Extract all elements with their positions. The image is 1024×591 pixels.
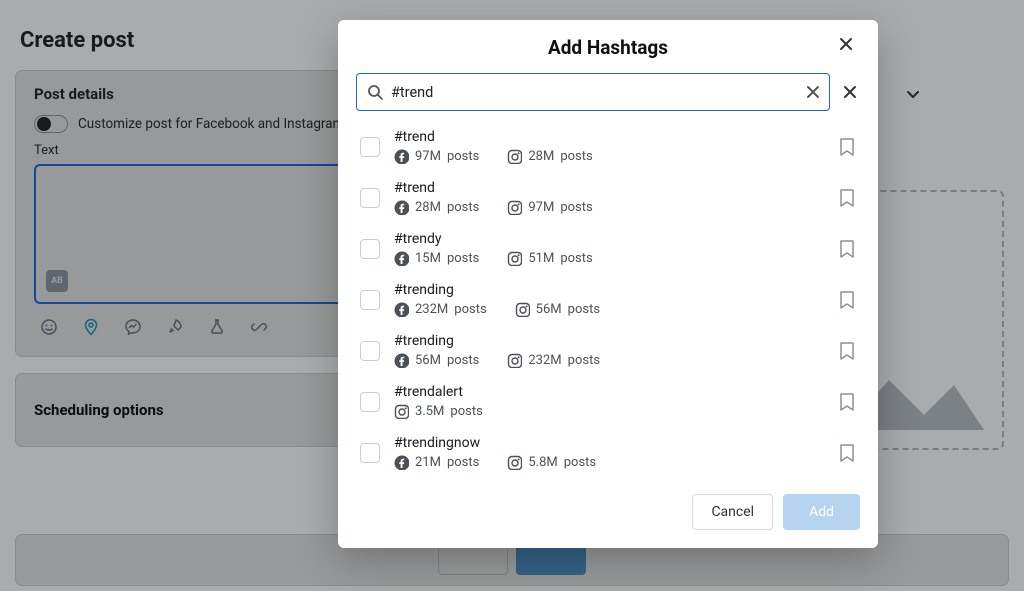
hashtag-stat-suffix: posts (564, 455, 596, 470)
hashtag-checkbox[interactable] (360, 341, 380, 361)
hashtag-name: #trend (394, 180, 824, 196)
hashtag-search-box[interactable] (356, 73, 830, 111)
facebook-icon (394, 251, 409, 266)
instagram-icon (515, 302, 530, 317)
hashtag-stat-count: 97M (528, 200, 554, 215)
hashtag-stat-suffix: posts (560, 251, 592, 266)
instagram-icon (507, 149, 522, 164)
search-icon (367, 84, 383, 100)
cancel-button[interactable]: Cancel (692, 494, 773, 530)
hashtag-stat-count: 232M (528, 353, 561, 368)
hashtag-checkbox[interactable] (360, 137, 380, 157)
hashtag-stat-count: 51M (528, 251, 554, 266)
hashtag-stat: 97M posts (394, 149, 479, 164)
hashtag-name: #trendalert (394, 384, 824, 400)
hashtag-stat-suffix: posts (560, 149, 592, 164)
bookmark-icon[interactable] (838, 188, 856, 208)
hashtag-stat-suffix: posts (454, 302, 486, 317)
hashtag-checkbox[interactable] (360, 290, 380, 310)
hashtag-stat: 21M posts (394, 455, 479, 470)
hashtag-stat-suffix: posts (568, 353, 600, 368)
hashtag-result-row[interactable]: #trend28M posts97M posts (356, 172, 860, 223)
hashtag-result-row[interactable]: #trend97M posts28M posts (356, 121, 860, 172)
hashtag-result-row[interactable]: #trendy15M posts51M posts (356, 223, 860, 274)
hashtag-name: #trendingnow (394, 435, 824, 451)
instagram-icon (507, 200, 522, 215)
hashtag-stat: 3.5M posts (394, 404, 483, 419)
hashtag-name: #trending (394, 333, 824, 349)
hashtag-stat-count: 28M (528, 149, 554, 164)
hashtag-stat-suffix: posts (447, 455, 479, 470)
hashtag-result-row[interactable]: #trendalert 3.5M posts (356, 376, 860, 427)
instagram-icon (507, 251, 522, 266)
hashtag-stat-suffix: posts (450, 404, 482, 419)
hashtag-stat-suffix: posts (447, 200, 479, 215)
clear-search-icon[interactable] (805, 84, 821, 100)
hashtag-stat-suffix: posts (447, 149, 479, 164)
bookmark-icon[interactable] (838, 443, 856, 463)
hashtag-stat: 232M posts (507, 353, 600, 368)
hashtag-stat: 56M posts (515, 302, 600, 317)
hashtag-search-input[interactable] (391, 84, 797, 101)
hashtag-stat-count: 97M (415, 149, 441, 164)
hashtag-stat-suffix: posts (560, 200, 592, 215)
hashtag-checkbox[interactable] (360, 443, 380, 463)
add-button[interactable]: Add (783, 494, 860, 530)
bookmark-icon[interactable] (838, 137, 856, 157)
hashtag-result-row[interactable]: #trending56M posts232M posts (356, 325, 860, 376)
hashtag-name: #trendy (394, 231, 824, 247)
hashtag-stat: 56M posts (394, 353, 479, 368)
dismiss-search-button[interactable] (840, 82, 860, 102)
hashtag-stat-count: 21M (415, 455, 441, 470)
hashtag-stat-count: 28M (415, 200, 441, 215)
hashtag-stat: 28M posts (507, 149, 592, 164)
hashtag-name: #trending (394, 282, 824, 298)
hashtag-stat-suffix: posts (568, 302, 600, 317)
add-hashtags-modal: Add Hashtags #trend97M posts28M posts#tr… (338, 20, 878, 548)
hashtag-name: #trend (394, 129, 824, 145)
facebook-icon (394, 455, 409, 470)
hashtag-result-row[interactable]: #trendingnow21M posts5.8M posts (356, 427, 860, 478)
hashtag-stat: 15M posts (394, 251, 479, 266)
hashtag-stat-count: 232M (415, 302, 448, 317)
modal-title: Add Hashtags (548, 36, 668, 59)
hashtag-stat-suffix: posts (447, 353, 479, 368)
instagram-icon (507, 353, 522, 368)
bookmark-icon[interactable] (838, 290, 856, 310)
modal-close-button[interactable] (838, 36, 860, 58)
hashtag-checkbox[interactable] (360, 188, 380, 208)
hashtag-stat-count: 3.5M (415, 404, 444, 419)
facebook-icon (394, 302, 409, 317)
hashtag-stat: 232M posts (394, 302, 487, 317)
hashtag-stat-count: 15M (415, 251, 441, 266)
hashtag-stat-count: 5.8M (528, 455, 557, 470)
hashtag-stat-count: 56M (536, 302, 562, 317)
hashtag-stat: 28M posts (394, 200, 479, 215)
hashtag-results-list: #trend97M posts28M posts#trend28M posts9… (356, 121, 860, 478)
hashtag-stat-count: 56M (415, 353, 441, 368)
bookmark-icon[interactable] (838, 392, 856, 412)
facebook-icon (394, 200, 409, 215)
bookmark-icon[interactable] (838, 239, 856, 259)
facebook-icon (394, 149, 409, 164)
hashtag-checkbox[interactable] (360, 239, 380, 259)
facebook-icon (394, 353, 409, 368)
bookmark-icon[interactable] (838, 341, 856, 361)
instagram-icon (507, 455, 522, 470)
instagram-icon (394, 404, 409, 419)
hashtag-stat-suffix: posts (447, 251, 479, 266)
hashtag-result-row[interactable]: #trending232M posts56M posts (356, 274, 860, 325)
hashtag-stat: 5.8M posts (507, 455, 596, 470)
hashtag-stat: 51M posts (507, 251, 592, 266)
hashtag-checkbox[interactable] (360, 392, 380, 412)
hashtag-stat: 97M posts (507, 200, 592, 215)
